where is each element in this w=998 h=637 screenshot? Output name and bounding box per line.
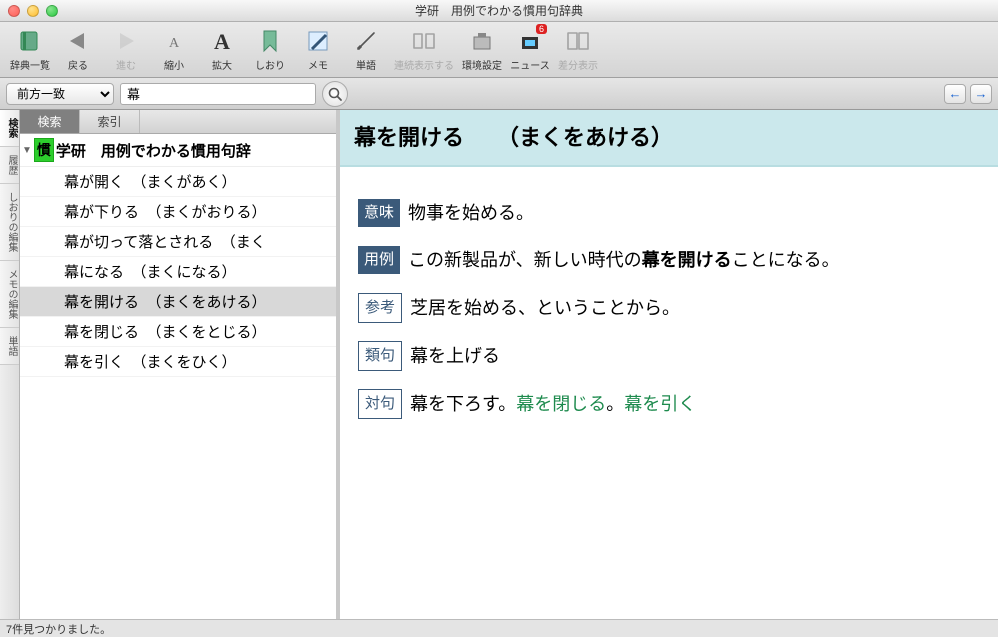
toolbar-settings-button[interactable]: 環境設定 <box>460 25 504 74</box>
toolbar-bookmark-button[interactable]: しおり <box>248 25 292 74</box>
result-item[interactable]: 幕が切って落とされる （まく <box>20 227 336 257</box>
result-item[interactable]: 幕になる （まくになる） <box>20 257 336 287</box>
detail-row: 用例この新製品が、新しい時代の幕を開けることになる。 <box>358 246 980 275</box>
toolbar-label: メモ <box>308 57 328 72</box>
side-tab-3[interactable]: メモの編集 <box>0 261 19 328</box>
toolbar-label: 連続表示する <box>394 57 454 72</box>
results-list[interactable]: 幕が開く （まくがあく）幕が下りる （まくがおりる）幕が切って落とされる （まく… <box>20 167 336 619</box>
result-tab-0[interactable]: 検索 <box>20 110 80 133</box>
memo-icon <box>304 27 332 55</box>
toolbar-label: 戻る <box>68 57 88 72</box>
result-item[interactable]: 幕を引く （まくをひく） <box>20 347 336 377</box>
field-content: 芝居を始める、ということから。 <box>410 298 680 318</box>
side-tab-2[interactable]: しおりの編集 <box>0 184 19 261</box>
field-tag: 参考 <box>358 293 402 323</box>
side-tab-0[interactable]: 検索 <box>0 110 19 147</box>
search-button[interactable] <box>322 81 348 107</box>
toolbar-news-button[interactable]: 6 ニュース <box>508 25 552 74</box>
toolbar-shrink-button[interactable]: A 縮小 <box>152 25 196 74</box>
next-entry-button[interactable]: → <box>970 84 992 104</box>
toolbar-enlarge-button[interactable]: A 拡大 <box>200 25 244 74</box>
toolbar-label: 辞典一覧 <box>10 57 50 72</box>
side-tabs: 検索履歴しおりの編集メモの編集単語 <box>0 110 20 619</box>
toolbar-label: 単語 <box>356 57 376 72</box>
field-tag: 意味 <box>358 199 400 227</box>
search-bar: 前方一致 ← → <box>0 78 998 110</box>
toolbar-continuous-button: 連続表示する <box>392 25 456 74</box>
toolbar-diff-button: 差分表示 <box>556 25 600 74</box>
detail-row: 参考芝居を始める、ということから。 <box>358 293 980 323</box>
toolbar-label: 進む <box>116 57 136 72</box>
svg-text:A: A <box>169 36 180 51</box>
field-tag: 用例 <box>358 246 400 274</box>
field-tag: 類句 <box>358 341 402 371</box>
field-content: この新製品が、新しい時代の幕を開けることになる。 <box>408 250 840 270</box>
toolbar-label: 縮小 <box>164 57 184 72</box>
entry-body: 意味物事を始める。用例この新製品が、新しい時代の幕を開けることになる。参考芝居を… <box>340 167 998 451</box>
results-group-header[interactable]: ▼ 慣 学研 用例でわかる慣用句辞 <box>20 134 336 167</box>
detail-row: 対句幕を下ろす。幕を閉じる。幕を引く <box>358 389 980 419</box>
detail-pane: 幕を開ける （まくをあける） 意味物事を始める。用例この新製品が、新しい時代の幕… <box>340 110 998 619</box>
prev-entry-button[interactable]: ← <box>944 84 966 104</box>
arrow-right-icon: → <box>975 86 988 101</box>
toolbar-word-button[interactable]: 単語 <box>344 25 388 74</box>
continuous-icon <box>410 27 438 55</box>
forward-icon <box>112 27 140 55</box>
arrow-left-icon: ← <box>949 86 962 101</box>
toolbar-back-button[interactable]: 戻る <box>56 25 100 74</box>
title-bar: 学研 用例でわかる慣用句辞典 <box>0 0 998 22</box>
main-toolbar: 辞典一覧 戻る 進む A 縮小 A 拡大 しおり メモ 単語 連続表示する環境設定 6 ニュース差分表示 <box>0 22 998 78</box>
result-item[interactable]: 幕を開ける （まくをあける） <box>20 287 336 317</box>
toolbar-memo-button[interactable]: メモ <box>296 25 340 74</box>
result-item[interactable]: 幕を閉じる （まくをとじる） <box>20 317 336 347</box>
search-input[interactable] <box>120 83 316 105</box>
side-tab-1[interactable]: 履歴 <box>0 147 19 184</box>
results-tabs: 検索索引 <box>20 110 336 134</box>
results-group-title: 学研 用例でわかる慣用句辞 <box>56 140 251 161</box>
settings-icon <box>468 27 496 55</box>
window-title: 学研 用例でわかる慣用句辞典 <box>0 2 998 19</box>
result-item[interactable]: 幕が下りる （まくがおりる） <box>20 197 336 227</box>
toolbar-dict-list-button[interactable]: 辞典一覧 <box>8 25 52 74</box>
bookmark-icon <box>256 27 284 55</box>
field-content: 物事を始める。 <box>408 203 534 223</box>
result-tab-1[interactable]: 索引 <box>80 110 140 133</box>
disclosure-triangle-icon: ▼ <box>22 145 32 156</box>
dictionary-badge: 慣 <box>34 138 54 162</box>
dict-list-icon <box>16 27 44 55</box>
magnifier-icon <box>327 86 343 102</box>
word-icon <box>352 27 380 55</box>
match-mode-select[interactable]: 前方一致 <box>6 83 114 105</box>
field-tag: 対句 <box>358 389 402 419</box>
toolbar-label: ニュース <box>510 57 550 72</box>
news-badge: 6 <box>536 24 547 34</box>
field-content: 幕を上げる <box>410 346 500 366</box>
field-content: 幕を下ろす。幕を閉じる。幕を引く <box>410 394 696 414</box>
svg-text:A: A <box>214 29 230 54</box>
back-icon <box>64 27 92 55</box>
toolbar-forward-button: 進む <box>104 25 148 74</box>
news-icon: 6 <box>516 27 544 55</box>
results-pane: 検索索引 ▼ 慣 学研 用例でわかる慣用句辞 幕が開く （まくがあく）幕が下りる… <box>20 110 340 619</box>
shrink-icon: A <box>160 27 188 55</box>
entry-headword: 幕を開ける （まくをあける） <box>340 110 998 167</box>
enlarge-icon: A <box>208 27 236 55</box>
diff-icon <box>564 27 592 55</box>
result-item[interactable]: 幕が開く （まくがあく） <box>20 167 336 197</box>
side-tab-4[interactable]: 単語 <box>0 328 19 365</box>
detail-row: 意味物事を始める。 <box>358 199 980 228</box>
detail-row: 類句幕を上げる <box>358 341 980 371</box>
toolbar-label: しおり <box>255 57 285 72</box>
toolbar-label: 環境設定 <box>462 57 502 72</box>
status-bar: 7件見つかりました。 <box>0 619 998 637</box>
main-content: 検索履歴しおりの編集メモの編集単語 検索索引 ▼ 慣 学研 用例でわかる慣用句辞… <box>0 110 998 619</box>
toolbar-label: 差分表示 <box>558 57 598 72</box>
toolbar-label: 拡大 <box>212 57 232 72</box>
